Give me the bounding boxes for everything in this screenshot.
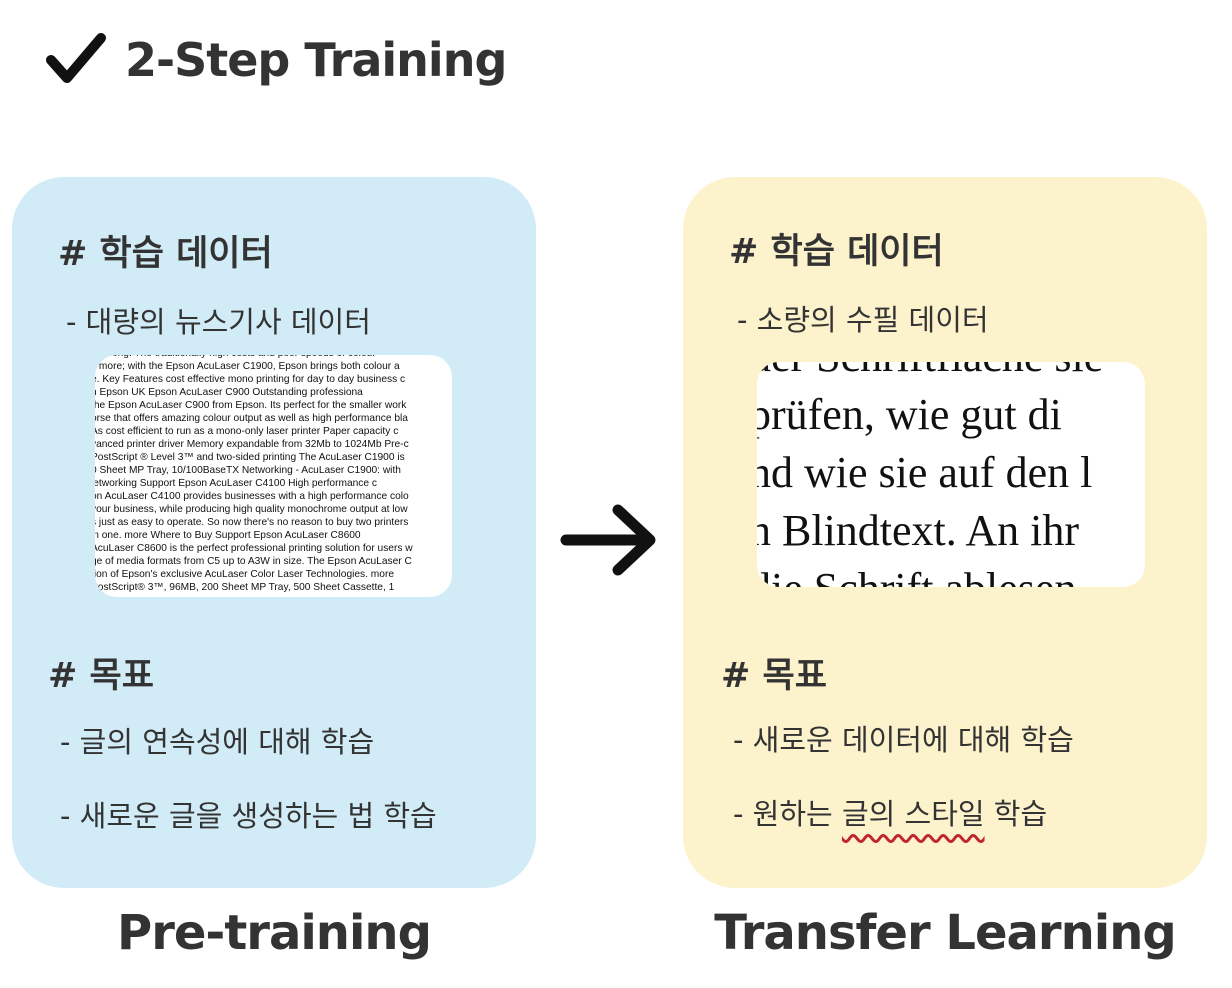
news-text-line: 0 Sheet MP Tray, 10/100BaseTX Networking… bbox=[95, 465, 401, 476]
spellcheck-underlined-text: 글의 스타일 bbox=[841, 797, 985, 831]
news-text-line: letworking Support Epson AcuLaser C4100 … bbox=[95, 478, 377, 489]
news-text-line: vanced printer driver Memory expandable … bbox=[95, 439, 409, 450]
news-text-line: ge of media formats from C5 up to A3W in… bbox=[95, 556, 412, 567]
slide-title: 2-Step Training bbox=[45, 30, 507, 90]
essay-text-line: n Blindtext. An ihr bbox=[757, 506, 1079, 555]
pretraining-label: Pre-training bbox=[117, 905, 432, 961]
news-text-line: PostScript ® Level 3™ and two-sided prin… bbox=[95, 452, 405, 463]
transfer-learning-card: # 학습 데이터 - 소량의 수필 데이터 der Schriftfläche … bbox=[683, 177, 1207, 888]
goal-bullet-suffix: 학습 bbox=[984, 797, 1048, 831]
essay-text-line: der Schriftfläche sie bbox=[757, 362, 1145, 386]
data-heading: # 학습 데이터 bbox=[729, 232, 944, 272]
news-article-image: two long. The traditionally high costs a… bbox=[95, 355, 452, 597]
pretraining-card: # 학습 데이터 - 대량의 뉴스기사 데이터 two long. The tr… bbox=[12, 177, 536, 888]
arrow-right-icon bbox=[560, 500, 660, 584]
goal-bullet: - 새로운 데이터에 대해 학습 bbox=[733, 723, 1074, 757]
data-bullet: - 소량의 수필 데이터 bbox=[737, 303, 989, 337]
news-text-line: e. Key Features cost effective mono prin… bbox=[95, 374, 406, 385]
news-text-line: on AcuLaser C4100 provides businesses wi… bbox=[95, 491, 409, 502]
essay-text-line: prüfen, wie gut di bbox=[757, 390, 1062, 439]
news-text-line: orse that offers amazing colour output a… bbox=[95, 413, 408, 424]
news-text-line: tion of Epson's exclusive AcuLaser Color… bbox=[95, 569, 395, 580]
goal-heading: # 목표 bbox=[721, 656, 827, 696]
data-bullet: - 대량의 뉴스기사 데이터 bbox=[66, 305, 371, 339]
goal-bullet-prefix: - 원하는 bbox=[733, 797, 842, 831]
goal-bullet: - 원하는 글의 스타일 학습 bbox=[733, 791, 1047, 833]
news-text-line: PostScript® 3™, 96MB, 200 Sheet MP Tray,… bbox=[95, 582, 395, 593]
news-text-line: As cost efficient to run as a mono-only … bbox=[95, 426, 399, 437]
news-text-line: s just as easy to operate. So now there'… bbox=[95, 517, 409, 528]
goal-heading: # 목표 bbox=[48, 656, 154, 696]
data-heading: # 학습 데이터 bbox=[58, 234, 273, 274]
news-text-line: n Epson UK Epson AcuLaser C900 Outstandi… bbox=[95, 387, 363, 398]
essay-text-image: der Schriftfläche sie prüfen, wie gut di n… bbox=[757, 362, 1145, 587]
news-text-line: AcuLaser C8600 is the perfect profession… bbox=[95, 543, 413, 554]
checkmark-icon bbox=[45, 30, 107, 90]
goal-bullet: - 새로운 글을 생성하는 법 학습 bbox=[60, 799, 437, 833]
news-text-line: y more; with the Epson AcuLaser C1900, E… bbox=[95, 361, 400, 372]
essay-text-line: die Schrift ablesen bbox=[757, 560, 1145, 587]
goal-bullet: - 글의 연속성에 대해 학습 bbox=[60, 725, 375, 759]
news-text-line: your business, while producing high qual… bbox=[95, 504, 408, 515]
news-text-line: in one. more Where to Buy Support Epson … bbox=[95, 530, 361, 541]
essay-text-line: nd wie sie auf den l bbox=[757, 448, 1093, 497]
news-text-line: the Epson AcuLaser C900 from Epson. Its … bbox=[95, 400, 407, 411]
title-text: 2-Step Training bbox=[125, 33, 507, 87]
transfer-learning-label: Transfer Learning bbox=[714, 905, 1176, 961]
